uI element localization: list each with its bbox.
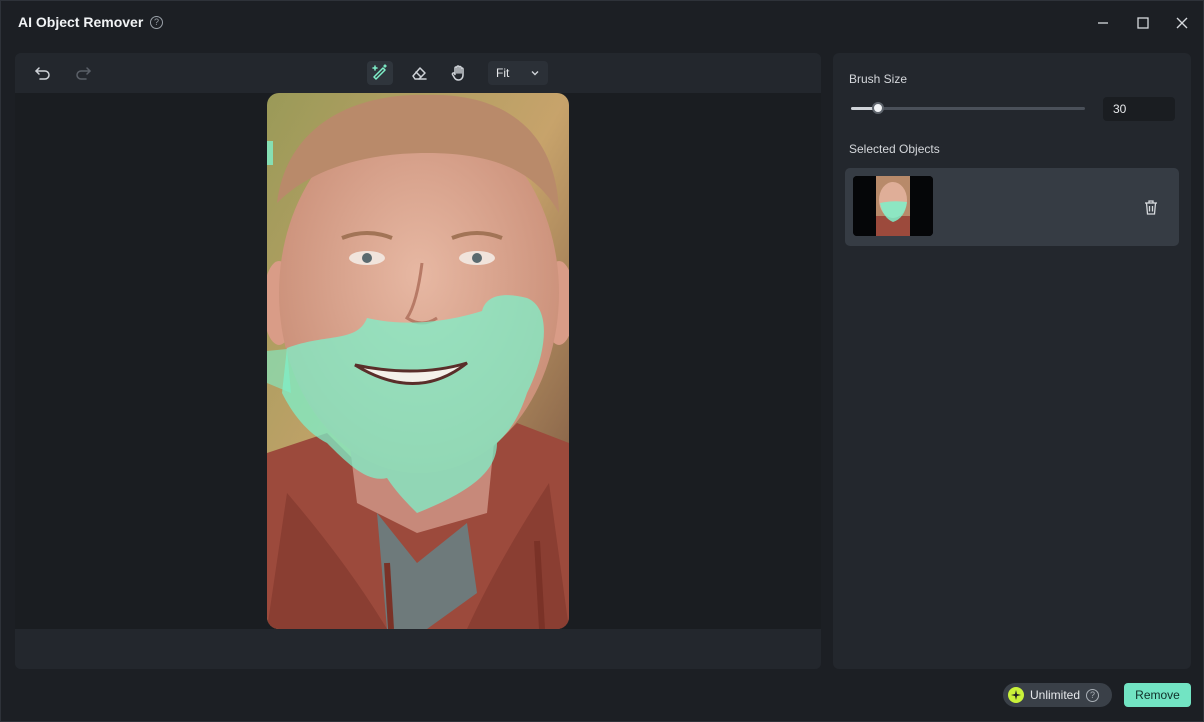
redo-icon <box>76 67 91 80</box>
brush-tool-button[interactable] <box>367 61 393 85</box>
minimize-button[interactable] <box>1089 9 1117 37</box>
app-window: AI Object Remover ? Fit Brush Size 30 Se… <box>0 0 1204 722</box>
undo-button[interactable] <box>30 61 56 85</box>
minimize-icon <box>1098 22 1108 24</box>
eraser-icon <box>412 67 427 80</box>
close-button[interactable] <box>1168 9 1196 37</box>
close-icon <box>1176 17 1188 29</box>
selected-objects-label: Selected Objects <box>849 142 940 156</box>
settings-panel: Brush Size Selected Objects <box>833 53 1191 669</box>
brush-size-slider[interactable] <box>851 102 1085 114</box>
maximize-button[interactable] <box>1129 9 1157 37</box>
brush-size-slider-thumb[interactable] <box>871 102 884 114</box>
canvas-area[interactable] <box>15 93 821 629</box>
maximize-icon <box>1137 17 1149 29</box>
undo-icon <box>35 67 50 80</box>
redo-button[interactable] <box>70 61 96 85</box>
edited-photo[interactable] <box>267 93 569 629</box>
trash-icon <box>1145 199 1157 215</box>
help-icon[interactable]: ? <box>150 16 163 29</box>
unlimited-label: Unlimited <box>1030 688 1081 702</box>
zoom-value: Fit <box>496 66 510 80</box>
hand-icon <box>451 65 464 81</box>
window-title: AI Object Remover <box>18 14 144 30</box>
magic-brush-icon <box>372 64 387 80</box>
canvas-panel: Fit <box>15 53 821 669</box>
brush-size-input[interactable] <box>1103 97 1175 121</box>
eraser-tool-button[interactable] <box>406 61 432 85</box>
help-icon[interactable]: ? <box>1086 688 1100 702</box>
remove-button[interactable]: Remove <box>1124 683 1191 707</box>
selected-object-item[interactable] <box>845 168 1179 246</box>
zoom-select[interactable]: Fit <box>488 61 548 85</box>
object-thumbnail <box>853 176 933 236</box>
photo-illustration <box>267 93 569 629</box>
chevron-down-icon <box>531 71 539 76</box>
canvas-toolbar: Fit <box>15 53 821 93</box>
title-bar: AI Object Remover ? <box>1 1 1203 45</box>
sparkle-icon <box>1008 687 1024 703</box>
canvas-bottom-bar <box>15 629 821 669</box>
hand-tool-button[interactable] <box>446 61 472 85</box>
unlimited-badge[interactable]: Unlimited ? <box>1003 683 1112 707</box>
delete-object-button[interactable] <box>1141 197 1161 217</box>
brush-size-label: Brush Size <box>849 72 908 86</box>
